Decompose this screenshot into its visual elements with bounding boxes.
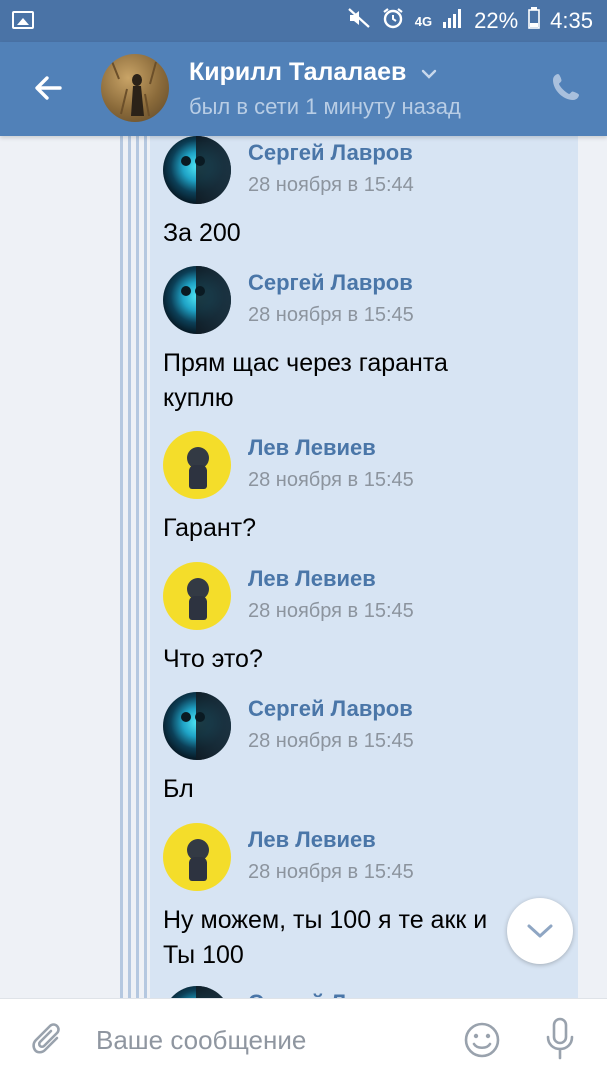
- mic-icon[interactable]: [544, 1017, 576, 1061]
- contact-avatar[interactable]: [101, 54, 169, 122]
- gallery-notification-icon: [12, 11, 34, 29]
- paperclip-icon[interactable]: [30, 1021, 66, 1061]
- contact-name[interactable]: Кирилл Талалаев: [189, 58, 406, 87]
- mute-icon: [347, 6, 371, 36]
- signal-icon: [442, 7, 464, 35]
- chevron-down-icon: [527, 924, 553, 938]
- network-type-label: 4G: [414, 13, 433, 29]
- clock-time: 4:35: [550, 8, 593, 33]
- chevron-down-icon[interactable]: [419, 64, 439, 84]
- battery-icon: [528, 7, 540, 35]
- phone-icon[interactable]: [550, 71, 582, 103]
- smile-icon[interactable]: [463, 1021, 501, 1059]
- status-indicators: 4G 22% 4:35: [347, 7, 593, 35]
- message-input-bar: Ваше сообщение: [0, 998, 607, 1080]
- back-arrow-icon[interactable]: [30, 70, 66, 106]
- chat-messages-area[interactable]: [0, 136, 607, 998]
- forwarded-messages-bubble: [150, 136, 578, 998]
- chat-header: Кирилл Талалаев был в сети 1 минуту наза…: [0, 42, 607, 136]
- battery-percent: 22%: [474, 8, 519, 33]
- alarm-icon: [381, 6, 405, 36]
- contact-status: был в сети 1 минуту назад: [189, 94, 461, 119]
- status-bar: 4G 22% 4:35: [0, 0, 607, 42]
- scroll-down-button[interactable]: [507, 898, 573, 964]
- message-input[interactable]: Ваше сообщение: [96, 1025, 306, 1056]
